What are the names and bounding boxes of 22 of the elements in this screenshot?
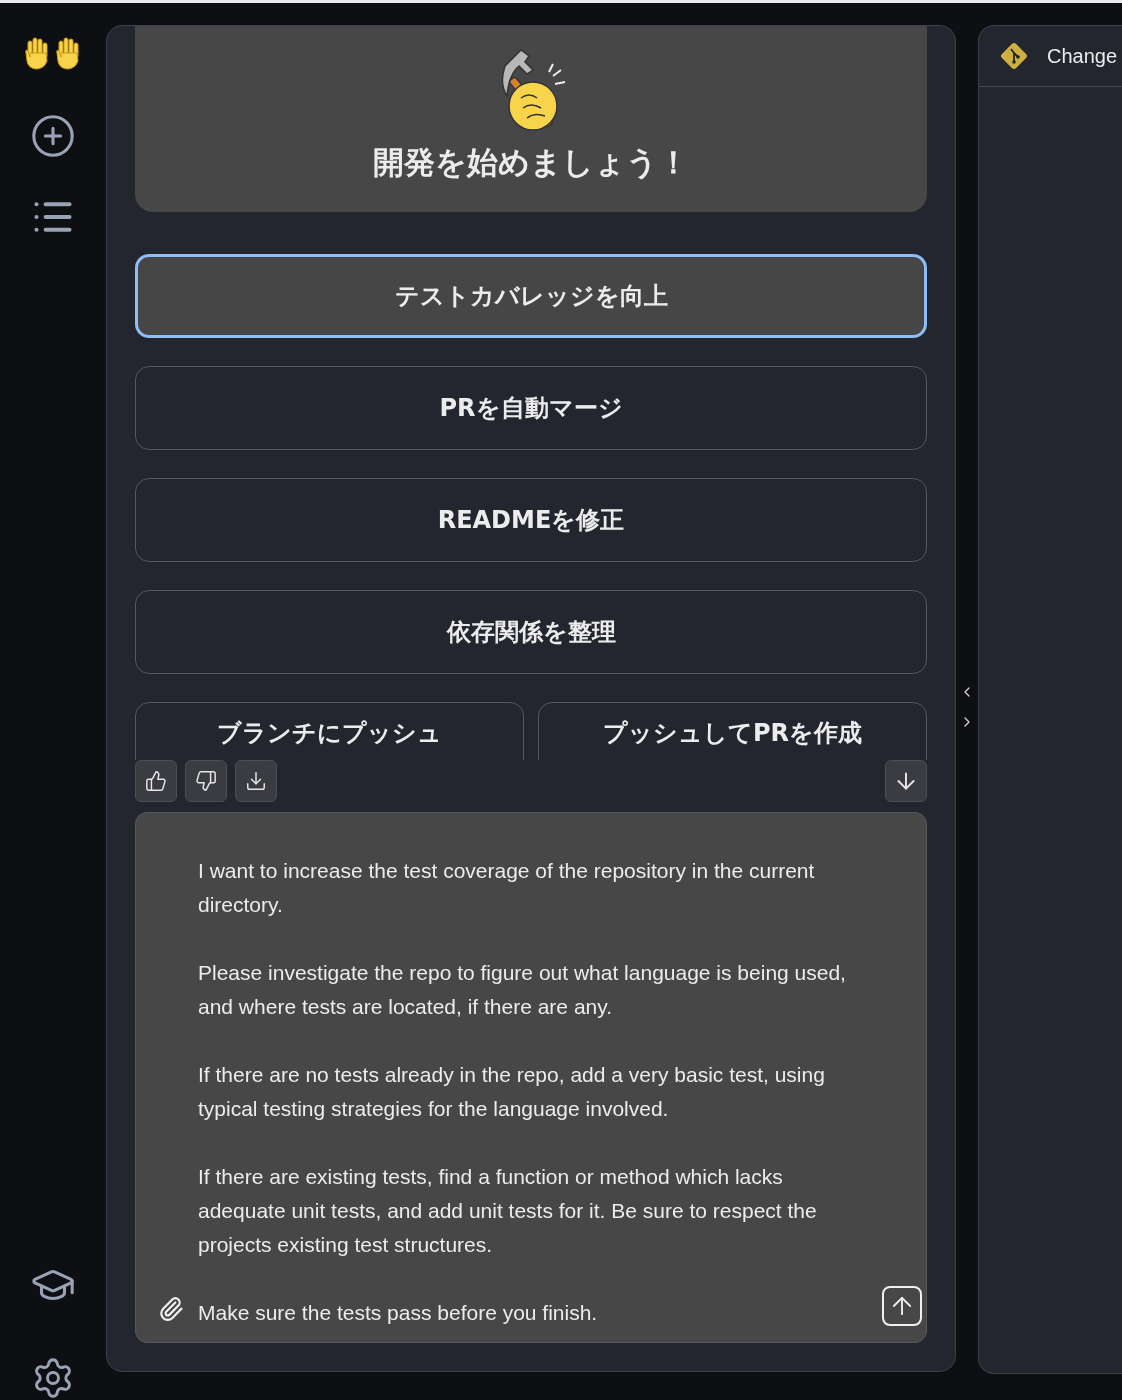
prompt-text: I want to increase the test coverage of the repository in the current directory. Please investigate the repo to figure out what language is being used, and where tests are located, if there are any. If there are no tests already in the repo, add a very basic test, using typical testing strategies for the language involved. If there are existing tests, find a function or method which lacks adequate unit tests, and add unit tests for it. Be sure to respect the projects existing test structures. Make sure the tests pass before you finish. [198,858,847,1326]
thumbs-up-icon [145,770,167,792]
suggestion-button[interactable]: PRを自動マージ [135,366,927,450]
like-button[interactable] [135,760,177,802]
paperclip-icon [158,1296,184,1322]
dislike-button[interactable] [185,760,227,802]
raised-hands-icon [24,35,82,71]
download-button[interactable] [235,760,277,802]
attach-button[interactable] [158,1296,184,1322]
prompt-input[interactable] [135,812,927,1343]
thumbs-down-icon [195,770,217,792]
download-icon [245,770,267,792]
new-chat-button[interactable] [30,113,76,159]
panel-title: Change [1047,44,1118,68]
plus-circle-icon [30,113,76,159]
suggestion-button[interactable]: 依存関係を整理 [135,590,927,674]
welcome-title: 開発を始めましょう！ [373,143,689,182]
suggestion-button[interactable]: READMEを修正 [135,478,927,562]
scroll-down-button[interactable] [885,760,927,802]
send-button[interactable] [882,1286,922,1326]
logo-button[interactable] [24,35,82,71]
suggestion-button[interactable]: テストカバレッジを向上 [135,254,927,338]
